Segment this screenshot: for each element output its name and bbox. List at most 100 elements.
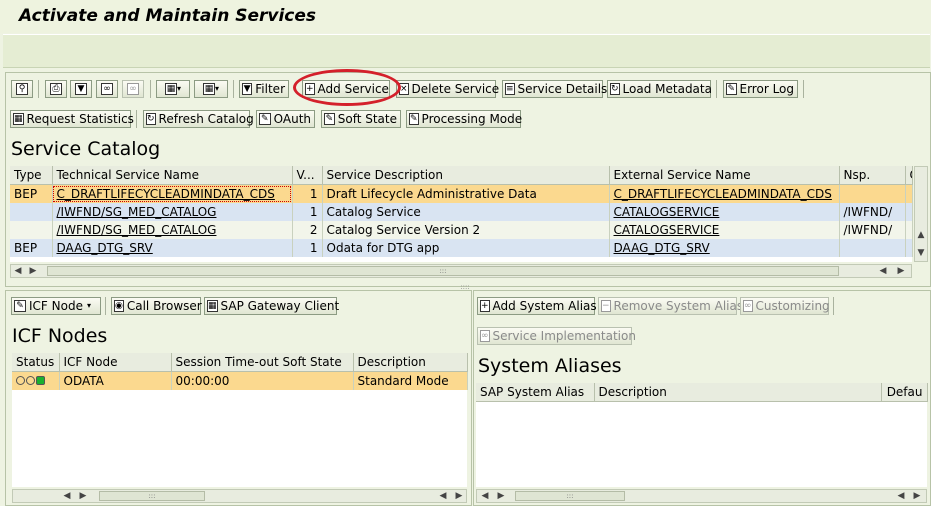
external-name-link[interactable]: C_DRAFTLIFECYCLEADMINDATA_CDS (614, 187, 832, 201)
service-catalog-table: Type Technical Service Name V... Service… (10, 166, 913, 257)
external-name-link[interactable]: DAAG_DTG_SRV (614, 241, 710, 255)
col-description[interactable]: Description (353, 353, 468, 372)
technical-name-link[interactable]: /IWFND/SG_MED_CATALOG (57, 205, 217, 219)
scroll-left-icon[interactable]: ◀ (437, 490, 449, 502)
find-next-button[interactable]: ∞ (122, 80, 144, 98)
icf-scroll-thumb[interactable]: ::: (99, 491, 205, 501)
print-button[interactable]: ⎙ (45, 80, 67, 98)
remove-system-alias-button[interactable]: − Remove System Alias (598, 297, 743, 315)
col-technical-service-name[interactable]: Technical Service Name (52, 166, 293, 185)
external-name-link[interactable]: CATALOGSERVICE (614, 205, 720, 219)
scroll-up-icon[interactable]: ▲ (915, 229, 927, 241)
delete-service-button[interactable]: × Delete Service (396, 80, 499, 98)
table-row[interactable]: BEP DAAG_DTG_SRV 1 Odata for DTG app DAA… (10, 239, 913, 257)
catalog-vertical-scrollbar[interactable]: ▲ ▼ (914, 166, 928, 262)
col-external-service-name[interactable]: External Service Name (609, 166, 840, 185)
col-icf-node[interactable]: ICF Node (59, 353, 172, 372)
scroll-left-icon[interactable]: ◀ (895, 490, 907, 502)
col-namespace[interactable]: Nsp. (839, 166, 906, 185)
table-row[interactable]: ODATA 00:00:00 Standard Mode (12, 371, 468, 390)
col-service-description[interactable]: Service Description (322, 166, 610, 185)
scroll-left-icon[interactable]: ◀ (479, 490, 491, 502)
add-system-alias-button[interactable]: + Add System Alias (477, 297, 597, 315)
cell-external-name[interactable]: CATALOGSERVICE (609, 203, 840, 221)
cell-external-name[interactable]: CATALOGSERVICE (609, 221, 840, 239)
cell-technical-name[interactable]: DAAG_DTG_SRV (52, 239, 293, 257)
cell-technical-name[interactable]: /IWFND/SG_MED_CATALOG (52, 221, 293, 239)
chevron-down-icon: ▾ (86, 301, 91, 310)
col-o[interactable]: O (905, 166, 913, 185)
col-default[interactable]: Defau (881, 383, 928, 402)
request-statistics-button[interactable]: ▦ Request Statistics (10, 110, 134, 128)
catalog-scroll-thumb[interactable]: ::: (47, 266, 839, 276)
col-version[interactable]: V... (292, 166, 323, 185)
soft-state-button[interactable]: ✎ Soft State (321, 110, 401, 128)
col-sap-system-alias[interactable]: SAP System Alias (476, 383, 595, 402)
technical-name-link[interactable]: DAAG_DTG_SRV (57, 241, 153, 255)
system-aliases-title: System Aliases (478, 355, 622, 377)
cell-external-name[interactable]: DAAG_DTG_SRV (609, 239, 840, 257)
col-status[interactable]: Status (12, 353, 60, 372)
details-icon: ≡ (505, 83, 515, 95)
pencil-icon: ✎ (259, 113, 271, 125)
call-browser-button[interactable]: ◉ Call Browser (111, 297, 202, 315)
service-details-button[interactable]: ≡ Service Details (502, 80, 607, 98)
col-session-timeout[interactable]: Session Time-out Soft State (171, 353, 354, 372)
col-type[interactable]: Type (10, 166, 53, 185)
icf-node-button[interactable]: ✎ ICF Node ▾ (11, 297, 101, 315)
table-header-row: SAP System Alias Description Defau (476, 383, 928, 402)
scroll-down-icon[interactable]: ▼ (915, 247, 927, 259)
alias-horizontal-scrollbar[interactable]: ◀ ▶ ::: ◀ ▶ (476, 489, 927, 503)
details-button[interactable]: ⚲ (11, 80, 33, 98)
processing-mode-button[interactable]: ✎ Processing Mode (406, 110, 522, 128)
customizing-button[interactable]: ∞ Customizing (740, 297, 830, 315)
load-metadata-button[interactable]: ↻ Load Metadata (607, 80, 712, 98)
catalog-horizontal-scrollbar[interactable]: ◀ ▶ ::: ◀ ▶ (10, 264, 912, 278)
scroll-right-icon[interactable]: ▶ (453, 490, 465, 502)
service-implementation-button[interactable]: ∞ Service Implementation (477, 327, 636, 345)
cell-technical-name[interactable]: /IWFND/SG_MED_CATALOG (52, 203, 293, 221)
technical-name-link[interactable]: /IWFND/SG_MED_CATALOG (57, 223, 217, 237)
scroll-right-icon[interactable]: ▶ (911, 490, 923, 502)
external-name-link[interactable]: CATALOGSERVICE (614, 223, 720, 237)
oauth-button[interactable]: ✎ OAuth (256, 110, 315, 128)
service-catalog-title: Service Catalog (11, 138, 161, 160)
edit-icon: ✎ (409, 113, 419, 125)
icf-nodes-table: Status ICF Node Session Time-out Soft St… (12, 353, 468, 390)
scroll-right-icon[interactable]: ▶ (495, 490, 507, 502)
set-filter-button[interactable]: ▼ (70, 80, 92, 98)
cell-technical-name[interactable]: C_DRAFTLIFECYCLEADMINDATA_CDS (52, 184, 293, 203)
cell-description: Catalog Service (322, 203, 610, 221)
col-description[interactable]: Description (594, 383, 882, 402)
alias-scroll-thumb[interactable]: ::: (515, 491, 625, 501)
pencil-icon: ✎ (324, 113, 335, 125)
cell-type: BEP (10, 239, 53, 257)
funnel-icon: ▼ (242, 83, 253, 95)
icf-horizontal-scrollbar[interactable]: ◀ ▶ ::: ◀ ▶ (12, 489, 467, 503)
separator (803, 80, 804, 98)
layout-button[interactable]: ▦ ▾ (194, 80, 228, 98)
soft-state-label: Soft State (337, 112, 397, 126)
table-header-row: Status ICF Node Session Time-out Soft St… (12, 353, 468, 372)
gateway-client-button[interactable]: ▦ SAP Gateway Client (204, 297, 339, 315)
export-button[interactable]: ▦ ▾ (156, 80, 190, 98)
scroll-left-icon[interactable]: ◀ (877, 265, 889, 277)
scroll-right-icon[interactable]: ▶ (77, 490, 89, 502)
find-button[interactable]: ∞ (96, 80, 118, 98)
filter-button[interactable]: ▼ Filter (239, 80, 289, 98)
cell-type (10, 221, 53, 239)
scroll-right-icon[interactable]: ▶ (27, 265, 39, 277)
table-row[interactable]: /IWFND/SG_MED_CATALOG 1 Catalog Service … (10, 203, 913, 221)
technical-name-link[interactable]: C_DRAFTLIFECYCLEADMINDATA_CDS (57, 187, 275, 201)
cell-external-name[interactable]: C_DRAFTLIFECYCLEADMINDATA_CDS (609, 184, 840, 203)
scroll-left-icon[interactable]: ◀ (61, 490, 73, 502)
add-system-alias-label: Add System Alias (492, 299, 597, 313)
table-row[interactable]: /IWFND/SG_MED_CATALOG 2 Catalog Service … (10, 221, 913, 239)
table-row[interactable]: BEP C_DRAFTLIFECYCLEADMINDATA_CDS 1 Draf… (10, 184, 913, 203)
refresh-catalog-button[interactable]: ↻ Refresh Catalog (143, 110, 254, 128)
separator (233, 80, 234, 98)
add-service-button[interactable]: + Add Service (302, 80, 390, 98)
scroll-left-icon[interactable]: ◀ (12, 265, 24, 277)
error-log-button[interactable]: ✎ Error Log (723, 80, 798, 98)
scroll-right-icon[interactable]: ▶ (895, 265, 907, 277)
